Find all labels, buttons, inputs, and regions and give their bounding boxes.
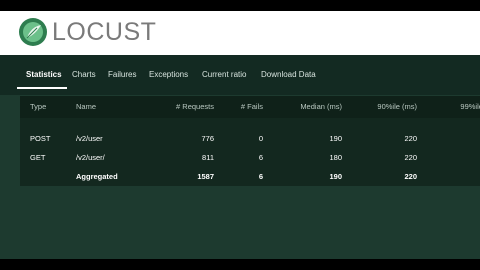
row-p90: 220 [404,172,417,181]
main-nav: Statistics Charts Failures Exceptions Cu… [0,55,480,95]
column-header-requests[interactable]: # Requests [176,96,214,118]
column-header-fails[interactable]: # Fails [241,96,263,118]
row-requests: 1587 [197,172,214,181]
row-type: GET [30,153,46,162]
column-header-name[interactable]: Name [76,96,96,118]
table-header-row: Type Name # Requests # Fails Median (ms)… [20,96,480,118]
row-median: 190 [329,172,342,181]
tab-download-data[interactable]: Download Data [261,65,316,85]
table-row: POST /v2/user 776 0 190 220 [20,129,480,149]
row-fails: 6 [258,172,263,181]
row-type: POST [30,134,51,143]
row-fails: 0 [258,134,263,143]
tab-current-ratio[interactable]: Current ratio [202,65,246,85]
column-header-median[interactable]: Median (ms) [300,96,342,118]
row-name: /v2/user [76,134,103,143]
tab-charts[interactable]: Charts [72,65,96,85]
app-header: LOCUST [0,11,480,55]
tab-exceptions[interactable]: Exceptions [149,65,188,85]
row-fails: 6 [258,153,263,162]
locust-leaf-logo-icon [19,18,47,46]
column-header-type[interactable]: Type [30,96,46,118]
row-requests: 776 [201,134,214,143]
column-header-p90[interactable]: 90%ile (ms) [377,96,417,118]
row-median: 190 [329,134,342,143]
row-name: /v2/user/ [76,153,105,162]
active-tab-indicator [17,87,67,89]
row-p90: 220 [404,153,417,162]
tab-failures[interactable]: Failures [108,65,136,85]
table-row: GET /v2/user/ 811 6 180 220 [20,148,480,168]
row-requests: 811 [202,153,214,162]
locust-window: LOCUST Statistics Charts Failures Except… [0,11,480,259]
column-header-p99[interactable]: 99%ile (ms) [460,96,480,118]
row-median: 180 [329,153,342,162]
row-name: Aggregated [76,172,118,181]
app-logo-text: LOCUST [52,18,157,46]
tab-statistics[interactable]: Statistics [26,65,62,85]
statistics-table: Type Name # Requests # Fails Median (ms)… [20,96,480,186]
row-p90: 220 [404,134,417,143]
aggregated-row: Aggregated 1587 6 190 220 [20,167,480,187]
